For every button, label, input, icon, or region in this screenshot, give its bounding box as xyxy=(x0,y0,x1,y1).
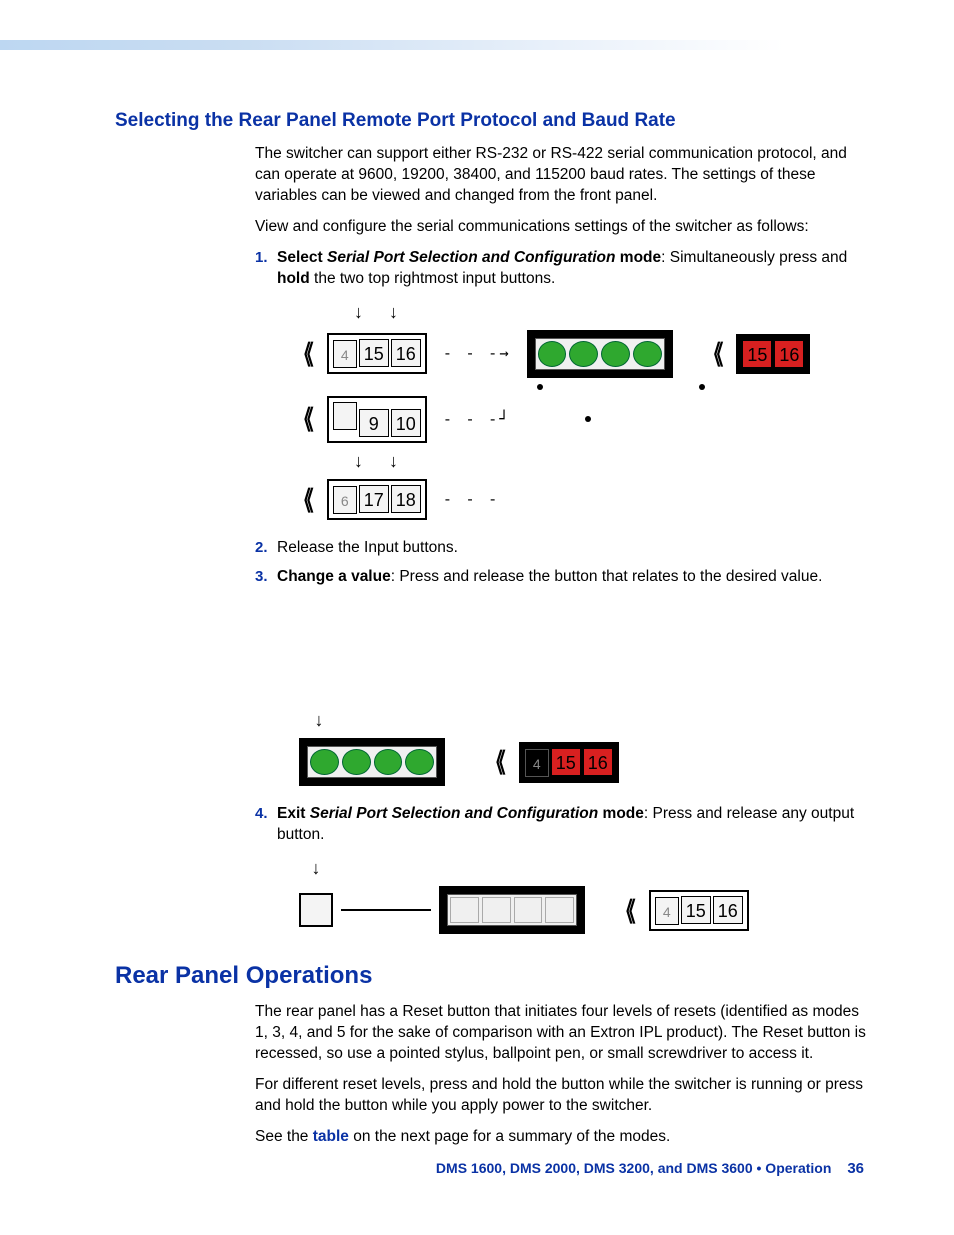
button-9: 9 xyxy=(359,409,389,437)
button-pair-17-18: 61718 xyxy=(327,479,427,520)
button-15-red: 15 xyxy=(551,748,581,776)
button-15: 15 xyxy=(359,339,389,367)
button-16-red: 16 xyxy=(583,748,613,776)
button-16-red: 16 xyxy=(774,340,804,368)
step-3: Change a value: Press and release the bu… xyxy=(255,567,870,786)
button-16: 16 xyxy=(391,339,421,367)
chevron-icon: ⟨⟨ xyxy=(299,335,319,373)
button-pair-9-10: 910 xyxy=(327,396,427,443)
dash-connector: - - - xyxy=(435,489,508,510)
button-15-red: 15 xyxy=(742,340,772,368)
button-15: 15 xyxy=(681,896,711,924)
step1-mode-word: mode xyxy=(616,249,662,266)
dot-icon xyxy=(699,384,705,390)
step-4: Exit Serial Port Selection and Configura… xyxy=(255,804,870,934)
step3-text: : Press and release the button that rela… xyxy=(391,568,823,585)
page-number: 36 xyxy=(847,1160,864,1177)
intro-paragraph-1: The switcher can support either RS-232 o… xyxy=(255,144,870,207)
page-content: Selecting the Rear Panel Remote Port Pro… xyxy=(115,110,870,1158)
step-1: Select Serial Port Selection and Configu… xyxy=(255,248,870,520)
button-14b: 4 xyxy=(525,749,549,777)
section-heading-protocol: Selecting the Rear Panel Remote Port Pro… xyxy=(115,110,870,132)
header-gradient-bar xyxy=(0,40,784,50)
display-unit-blank xyxy=(439,886,585,934)
rear-paragraph-2: For different reset levels, press and ho… xyxy=(255,1075,870,1117)
see-the: See the xyxy=(255,1128,313,1145)
tail: on the next page for a summary of the mo… xyxy=(349,1128,670,1145)
dash-connector: - - -┘ xyxy=(435,409,519,430)
button-14: 4 xyxy=(333,340,357,368)
button-14c: 4 xyxy=(655,897,679,925)
button-18: 18 xyxy=(391,485,421,513)
intro-paragraph-2: View and configure the serial communicat… xyxy=(255,217,870,238)
dot-icon xyxy=(585,416,591,422)
step4-exit: Exit xyxy=(277,805,310,822)
step4-mode-word: mode xyxy=(598,805,644,822)
button-16b: 6 xyxy=(333,486,357,514)
step1-hold: hold xyxy=(277,270,310,287)
output-button xyxy=(299,893,333,927)
footer-title: DMS 1600, DMS 2000, DMS 3200, and DMS 36… xyxy=(436,1160,832,1176)
button-pair-15-16-red-2: 41516 xyxy=(519,742,619,783)
step-2: Release the Input buttons. xyxy=(255,538,870,559)
step2-text: Release the Input buttons. xyxy=(277,539,458,556)
button-pair-15-16-red: 1516 xyxy=(736,334,810,374)
dash-connector: - - -→ xyxy=(435,343,519,364)
rear-paragraph-1: The rear panel has a Reset button that i… xyxy=(255,1002,870,1065)
step1-mode-name: Serial Port Selection and Configuration xyxy=(327,249,616,266)
dot-icon xyxy=(537,384,543,390)
chevron-icon: ⟨⟨ xyxy=(709,335,729,373)
display-unit-green-2 xyxy=(299,738,445,786)
step1-tail1: : Simultaneously press and xyxy=(661,249,847,266)
step1-select: Select xyxy=(277,249,327,266)
button-pair-15-16-plain: 41516 xyxy=(649,890,749,931)
chevron-icon: ⟨⟨ xyxy=(621,892,641,930)
steps-list: Select Serial Port Selection and Configu… xyxy=(255,248,870,935)
button-16: 16 xyxy=(713,896,743,924)
section-heading-rear-panel: Rear Panel Operations xyxy=(115,962,870,990)
body-column: The switcher can support either RS-232 o… xyxy=(255,144,870,934)
button-10: 10 xyxy=(391,409,421,437)
button-17: 17 xyxy=(359,485,389,513)
press-arrows: ↓↓ xyxy=(341,300,411,324)
button-pair-15-16: 41516 xyxy=(327,333,427,374)
figure-step3: ↓ ⟨⟨ 41516 xyxy=(299,708,870,786)
body-column-2: The rear panel has a Reset button that i… xyxy=(255,1002,870,1148)
chevron-icon: ⟨⟨ xyxy=(299,481,319,519)
press-arrow-icon: ↓ xyxy=(299,856,333,880)
table-link[interactable]: table xyxy=(313,1128,349,1145)
step4-mode-name: Serial Port Selection and Configuration xyxy=(310,805,599,822)
press-arrows: ↓↓ xyxy=(341,449,411,473)
display-unit-green xyxy=(527,330,673,378)
chevron-icon: ⟨⟨ xyxy=(299,400,319,438)
step3-label: Change a value xyxy=(277,568,391,585)
step1-tail2: the two top rightmost input buttons. xyxy=(310,270,556,287)
chevron-icon: ⟨⟨ xyxy=(491,743,511,781)
figure-step1: ↓↓ ⟨⟨ 41516 - - -→ ⟨⟨ 1516 xyxy=(299,300,870,521)
page-footer: DMS 1600, DMS 2000, DMS 3200, and DMS 36… xyxy=(436,1160,864,1177)
rear-paragraph-3: See the table on the next page for a sum… xyxy=(255,1127,870,1148)
button-8 xyxy=(333,402,357,430)
figure-step4: ↓ ⟨⟨ 41516 xyxy=(299,856,870,934)
